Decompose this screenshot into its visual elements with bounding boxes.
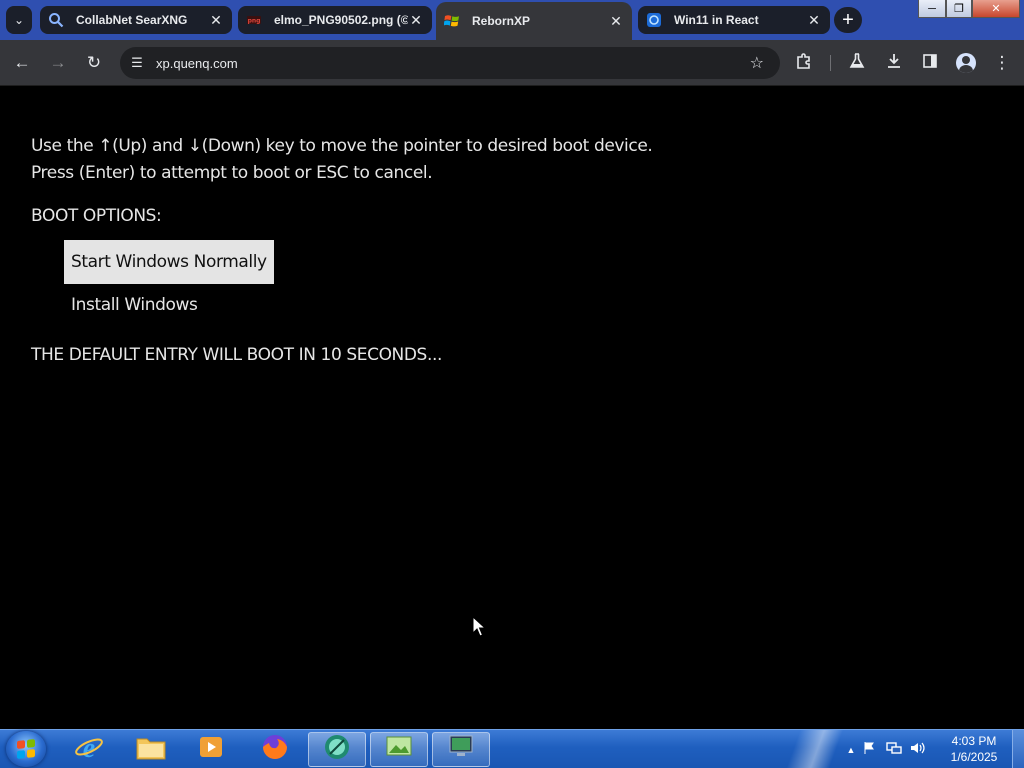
app-icon: [322, 732, 352, 767]
arrow-left-icon: ←: [13, 53, 31, 72]
show-hidden-icons-icon[interactable]: ▲: [844, 745, 858, 755]
tab-title: CollabNet SearXNG: [76, 13, 188, 27]
labs-button[interactable]: [839, 40, 875, 86]
windows-logo-icon: [17, 739, 35, 759]
tab-collabnet-searxng[interactable]: CollabNet SearXNG ✕: [40, 6, 232, 34]
back-button[interactable]: ←: [4, 40, 40, 86]
tab-strip: ⌄ CollabNet SearXNG ✕ png elmo_PNG90502.…: [0, 0, 1024, 40]
taskbar: e ▲ 4:03 PM 1/6/2025: [0, 729, 1024, 768]
windows-xp-logo-icon: [444, 13, 460, 29]
restore-icon: ❐: [954, 3, 964, 15]
arrow-right-icon: →: [49, 53, 67, 72]
bookmark-star-icon[interactable]: ☆: [750, 53, 764, 73]
taskbar-clock[interactable]: 4:03 PM 1/6/2025: [940, 733, 1008, 765]
tab-elmo-png[interactable]: png elmo_PNG90502.png (© ✕: [238, 6, 432, 34]
address-bar[interactable]: ☰ xp.quenq.com ☆: [120, 47, 780, 79]
boot-countdown-text: THE DEFAULT ENTRY WILL BOOT IN 10 SECOND…: [31, 345, 442, 365]
mouse-pointer-icon: [472, 616, 486, 637]
show-desktop-button[interactable]: [1012, 730, 1024, 768]
side-panel-icon: [922, 53, 938, 74]
taskbar-app-2[interactable]: [370, 732, 428, 767]
boot-option-start-windows-normally[interactable]: Start Windows Normally: [64, 240, 274, 284]
tab-rebornxp[interactable]: RebornXP ✕: [436, 2, 632, 40]
minimize-window-button[interactable]: ─: [918, 0, 946, 18]
boot-menu-screen[interactable]: Use the ↑(Up) and ↓(Down) key to move th…: [0, 87, 1024, 729]
close-window-button[interactable]: ✕: [972, 0, 1020, 18]
flask-icon: [849, 52, 865, 75]
chevron-down-icon: ⌄: [13, 13, 25, 27]
image-viewer-icon: [384, 733, 414, 766]
boot-options-heading: BOOT OPTIONS:: [31, 206, 162, 226]
browser-toolbar: ← → ↻ ☰ xp.quenq.com ☆ ⋮: [0, 40, 1024, 86]
forward-button[interactable]: →: [40, 40, 76, 86]
taskbar-internet-explorer[interactable]: e: [60, 732, 118, 767]
media-player-icon: [197, 733, 225, 766]
download-icon: [886, 52, 902, 75]
boot-instruction-line-2: Press (Enter) to attempt to boot or ESC …: [31, 163, 433, 183]
tab-search-button[interactable]: ⌄: [6, 6, 32, 34]
downloads-button[interactable]: [876, 40, 912, 86]
boot-instruction-line-1: Use the ↑(Up) and ↓(Down) key to move th…: [31, 136, 653, 156]
minimize-icon: ─: [928, 2, 936, 15]
new-tab-button[interactable]: +: [834, 7, 862, 33]
image-file-icon: png: [246, 12, 262, 28]
clock-date: 1/6/2025: [950, 750, 998, 764]
close-tab-icon[interactable]: ✕: [608, 13, 624, 30]
close-icon: ✕: [991, 3, 1001, 15]
network-icon[interactable]: [882, 741, 906, 758]
svg-text:png: png: [248, 18, 261, 25]
toolbar-divider: [830, 55, 831, 71]
taskbar-file-explorer[interactable]: [122, 732, 180, 767]
extensions-button[interactable]: [786, 40, 822, 86]
file-explorer-icon: [135, 733, 167, 766]
reload-button[interactable]: ↻: [76, 40, 112, 86]
globe-icon: [646, 12, 662, 28]
taskbar-firefox[interactable]: [246, 732, 304, 767]
tab-title: elmo_PNG90502.png (©: [274, 13, 408, 27]
close-tab-icon[interactable]: ✕: [806, 12, 822, 29]
url-text: xp.quenq.com: [156, 55, 238, 71]
reload-icon: ↻: [86, 53, 102, 72]
restore-window-button[interactable]: ❐: [946, 0, 972, 18]
search-icon: [48, 12, 64, 28]
boot-option-install-windows[interactable]: Install Windows: [64, 283, 204, 327]
side-panel-button[interactable]: [912, 40, 948, 86]
taskbar-app-1[interactable]: [308, 732, 366, 767]
start-button[interactable]: [6, 731, 46, 767]
kebab-menu-icon: ⋮: [993, 53, 1011, 72]
system-tray: ▲: [844, 730, 934, 768]
close-tab-icon[interactable]: ✕: [208, 12, 224, 29]
puzzle-icon: [795, 52, 813, 75]
action-center-flag-icon[interactable]: [858, 741, 882, 758]
firefox-icon: [260, 732, 290, 767]
taskbar-media-player[interactable]: [182, 732, 240, 767]
close-tab-icon[interactable]: ✕: [408, 12, 424, 29]
volume-icon[interactable]: [906, 741, 930, 758]
browser-menu-button[interactable]: ⋮: [984, 40, 1020, 86]
avatar: [956, 53, 976, 73]
plus-icon: +: [842, 8, 854, 31]
tab-title: RebornXP: [472, 14, 531, 28]
site-info-icon[interactable]: ☰: [120, 55, 154, 71]
taskbar-app-3[interactable]: [432, 732, 490, 767]
svg-text:e: e: [83, 733, 95, 762]
clock-time: 4:03 PM: [951, 734, 997, 748]
tab-win11-in-react[interactable]: Win11 in React ✕: [638, 6, 830, 34]
tab-title: Win11 in React: [674, 13, 759, 27]
internet-explorer-icon: e: [74, 732, 104, 767]
monitor-icon: [446, 733, 476, 766]
profile-button[interactable]: [948, 40, 984, 86]
